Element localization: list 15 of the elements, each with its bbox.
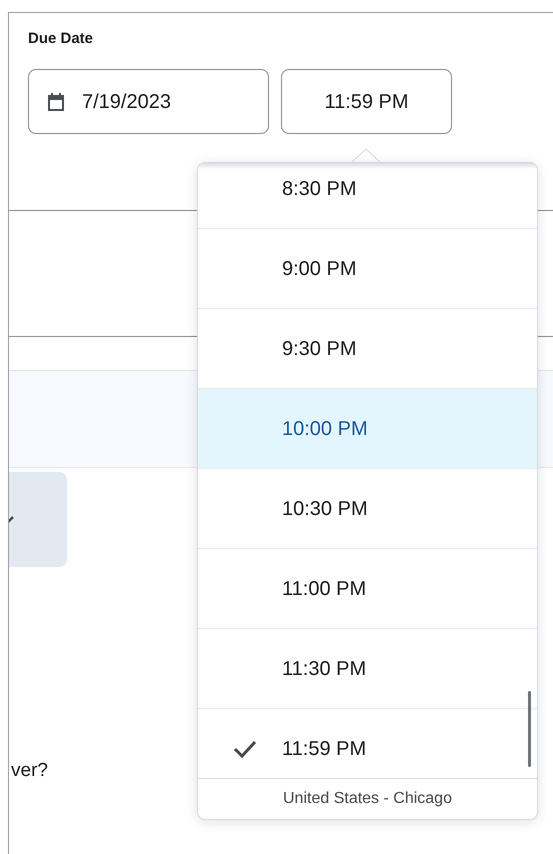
time-option[interactable]: 9:00 PM: [198, 229, 537, 309]
time-option[interactable]: 11:00 PM: [198, 549, 537, 629]
time-option[interactable]: 11:30 PM: [198, 629, 537, 709]
time-option[interactable]: 10:30 PM: [198, 469, 537, 549]
time-option[interactable]: 10:00 PM: [198, 389, 537, 469]
time-option[interactable]: 8:30 PM: [198, 163, 537, 229]
question-text: ver?: [10, 759, 49, 783]
time-option[interactable]: 11:59 PM: [198, 709, 537, 778]
calendar-icon: [46, 92, 66, 112]
date-field[interactable]: 7/19/2023: [28, 69, 269, 134]
time-option[interactable]: 9:30 PM: [198, 309, 537, 389]
time-field[interactable]: 11:59 PM: [281, 69, 452, 134]
due-date-label: Due Date: [28, 29, 94, 49]
check-icon: [233, 740, 257, 758]
timezone-label: United States - Chicago: [198, 778, 537, 819]
